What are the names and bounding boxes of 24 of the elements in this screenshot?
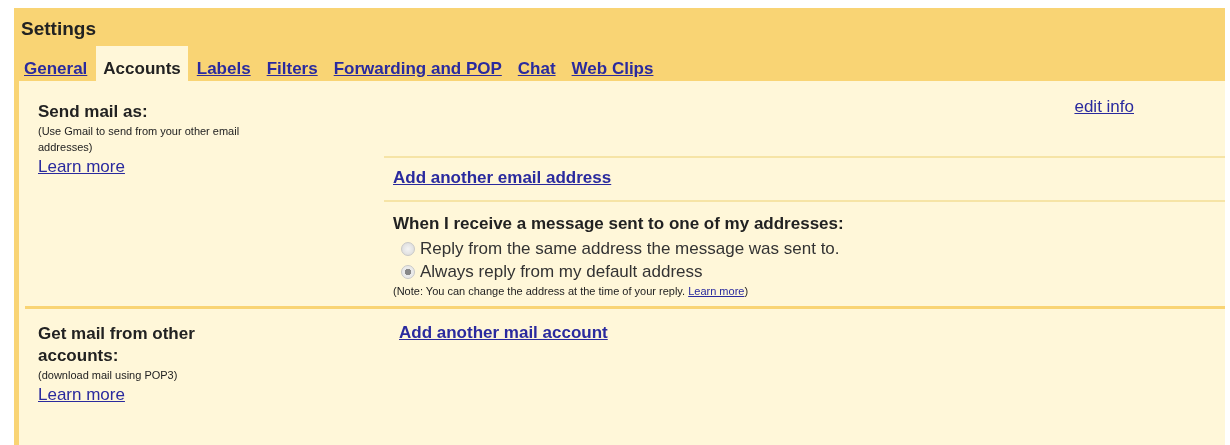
edit-info-link[interactable]: edit info bbox=[1074, 97, 1134, 117]
tab[interactable]: Chat bbox=[510, 46, 563, 81]
tab[interactable]: Labels bbox=[189, 46, 258, 81]
window-title: Settings bbox=[20, 17, 97, 41]
add-link[interactable]: Add another mail account bbox=[399, 323, 608, 343]
tab[interactable]: Accounts bbox=[96, 46, 188, 81]
section-description: (download mail using POP3) bbox=[38, 368, 179, 383]
note-text: (Note: You can change the address at the time of your reply. Learn more) bbox=[393, 285, 750, 297]
tab[interactable]: General bbox=[17, 46, 95, 81]
option-label: Always reply from my default address bbox=[420, 261, 703, 282]
learn-more-link[interactable]: Learn more bbox=[688, 285, 745, 297]
section-heading: Get mail from other accounts: bbox=[38, 323, 196, 367]
option-label: Reply from the same address the message was sent to. bbox=[420, 238, 840, 259]
tab[interactable]: Web Clips bbox=[564, 46, 661, 81]
tab[interactable]: Filters bbox=[259, 46, 325, 81]
learn-more-link[interactable]: Learn more bbox=[38, 157, 125, 177]
tab[interactable]: Forwarding and POP bbox=[326, 46, 509, 81]
radio-button[interactable] bbox=[401, 241, 415, 256]
add-link[interactable]: Add another email address bbox=[393, 168, 612, 188]
learn-more-link[interactable]: Learn more bbox=[38, 385, 125, 405]
option-heading: When I receive a message sent to one of my addresses: bbox=[393, 214, 845, 234]
section-description: (Use Gmail to send from your other email addresses) bbox=[38, 124, 241, 155]
section-heading: Send mail as: bbox=[38, 101, 149, 123]
radio-button[interactable] bbox=[401, 264, 415, 279]
